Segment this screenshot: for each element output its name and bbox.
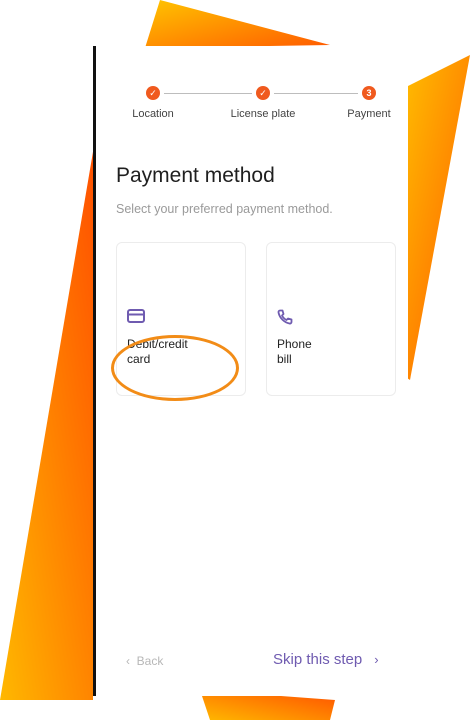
shard-left (0, 140, 95, 700)
step-location-check-icon: ✓ (146, 86, 160, 100)
step-license-plate-check-icon: ✓ (256, 86, 270, 100)
step-label-license-plate: License plate (230, 108, 296, 120)
option-label: Debit/credit card (127, 337, 188, 366)
shard-top (145, 0, 330, 48)
step-label-location: Location (132, 108, 174, 120)
progress-stepper: ✓ ✓ 3 Location License plate Payment (96, 86, 411, 136)
page-title: Payment method (116, 164, 275, 187)
page-subtitle: Select your preferred payment method. (116, 202, 333, 216)
skip-step-button[interactable]: Skip this step › (273, 651, 379, 668)
step-label-payment: Payment (347, 108, 391, 120)
option-debit-credit-card[interactable]: Debit/credit card (116, 242, 246, 396)
option-label: Phone bill (277, 337, 312, 366)
back-label: Back (136, 654, 164, 668)
step-connector (164, 93, 252, 94)
credit-card-icon (127, 309, 145, 328)
option-phone-bill[interactable]: Phone bill (266, 242, 396, 396)
step-connector (274, 93, 358, 94)
chevron-right-icon: › (374, 652, 379, 667)
back-button[interactable]: ‹ Back (126, 654, 163, 668)
chevron-left-icon: ‹ (126, 654, 130, 668)
skip-label: Skip this step (273, 651, 363, 668)
mobile-screen: ✓ ✓ 3 Location License plate Payment Pay… (93, 46, 408, 696)
phone-icon (277, 309, 293, 330)
step-payment-current: 3 (362, 86, 376, 100)
